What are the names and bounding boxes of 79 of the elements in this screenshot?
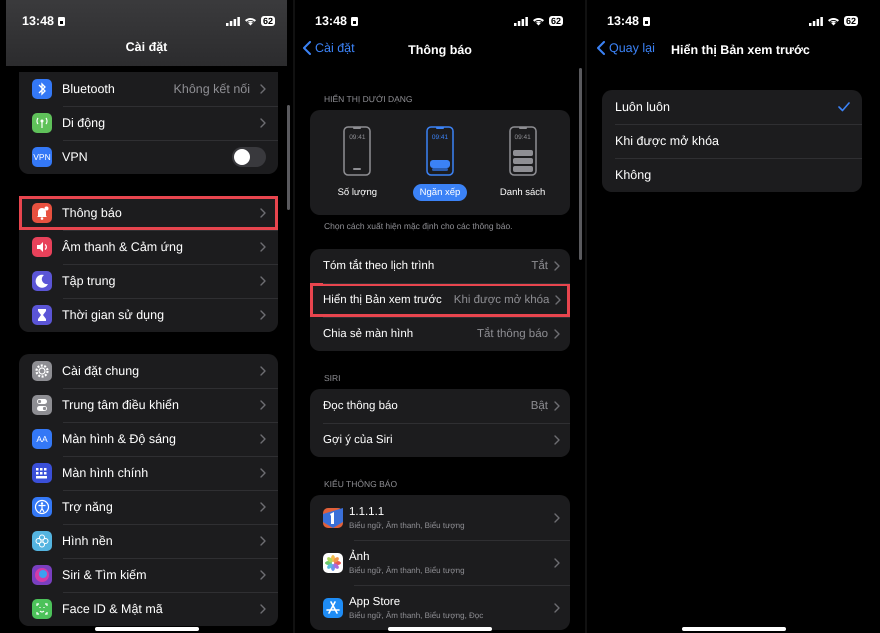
style-option[interactable]: Số lượng — [330, 184, 384, 201]
battery-indicator: 62 — [844, 16, 858, 26]
battery-indicator: 62 — [260, 16, 275, 26]
settings-row[interactable]: Chia sẻ màn hình Tắt thông báo — [310, 317, 570, 351]
option-row[interactable]: Luôn luôn — [602, 90, 862, 124]
row-label: VPN — [62, 150, 88, 164]
section-header: KIỂU THÔNG BÁO — [323, 479, 398, 491]
row-label: Ảnh — [349, 550, 370, 562]
app-icon: VPN — [32, 147, 52, 167]
settings-row[interactable]: Hình nền — [19, 524, 278, 558]
back-button[interactable]: Cài đặt — [303, 41, 355, 55]
row-label: Tập trung — [62, 274, 116, 288]
row-label: App Store — [349, 596, 402, 608]
row-label: Hiển thị Bản xem trước — [323, 294, 442, 306]
row-label: Trung tâm điều khiển — [62, 398, 179, 412]
row-value: Bật — [530, 400, 548, 412]
row-value: Tắt thông báo — [477, 328, 548, 340]
status-time: 13:48 — [607, 14, 639, 28]
settings-row[interactable]: Bluetooth Không kết nối — [19, 72, 278, 106]
settings-row[interactable]: Siri & Tìm kiếm — [19, 558, 278, 592]
row-label: Màn hình chính — [62, 466, 148, 480]
settings-row[interactable]: Thông báo — [19, 196, 278, 230]
settings-row[interactable]: Di động — [19, 106, 278, 140]
settings-row[interactable]: AA Màn hình & Độ sáng — [19, 422, 278, 456]
row-label: Trợ năng — [62, 500, 113, 514]
row-label: Luôn luôn — [615, 100, 670, 114]
screen-title: Thông báo — [408, 43, 472, 57]
row-label: Khi được mở khóa — [615, 134, 719, 148]
settings-row[interactable]: 1.1.1.1 Biểu ngữ, Âm thanh, Biểu tượng — [310, 495, 570, 540]
row-label: Thời gian sử dụng — [62, 308, 164, 322]
row-subtitle: Biểu ngữ, Âm thanh, Biểu tượng — [349, 520, 465, 530]
row-value: Khi được mở khóa — [454, 294, 550, 306]
battery-indicator: 62 — [548, 16, 563, 26]
row-label: Face ID & Mật mã — [62, 602, 163, 616]
status-time: 13:48 — [22, 14, 54, 28]
row-value: Tắt — [531, 260, 548, 272]
settings-row[interactable]: Trợ năng — [19, 490, 278, 524]
option-row[interactable]: Khi được mở khóa — [602, 124, 862, 158]
row-label: Tóm tắt theo lịch trình — [323, 260, 434, 272]
style-option[interactable]: Danh sách — [492, 184, 552, 201]
row-value: Không kết nối — [174, 82, 250, 96]
section-header: SIRI — [323, 373, 342, 385]
row-label: Di động — [62, 116, 106, 130]
section-header: HIỂN THỊ DƯỚI DẠNG — [323, 94, 414, 106]
settings-row[interactable]: Đọc thông báo Bật — [310, 389, 570, 423]
row-label: Gợi ý của Siri — [323, 434, 393, 446]
settings-row[interactable]: Hiển thị Bản xem trước Khi được mở khóa — [310, 283, 570, 317]
row-subtitle: Biểu ngữ, Âm thanh, Biểu tượng — [349, 566, 465, 574]
status-time: 13:48 — [315, 14, 347, 28]
settings-row[interactable]: Âm thanh & Cảm ứng — [19, 230, 278, 264]
row-label: Màn hình & Độ sáng — [62, 432, 176, 446]
settings-row[interactable]: Trung tâm điều khiển — [19, 388, 278, 422]
row-label: Cài đặt chung — [62, 364, 140, 378]
settings-row[interactable]: Ảnh Biểu ngữ, Âm thanh, Biểu tượng — [310, 540, 570, 585]
back-button[interactable]: Quay lại — [597, 41, 655, 55]
style-option[interactable]: Ngăn xếp — [412, 184, 468, 201]
row-label: Thông báo — [62, 206, 122, 220]
settings-row[interactable]: Màn hình chính — [19, 456, 278, 490]
screen-title: Hiển thị Bản xem trước — [671, 43, 810, 57]
settings-row[interactable]: Thời gian sử dụng — [19, 298, 278, 332]
settings-row[interactable]: Cài đặt chung — [19, 354, 278, 388]
settings-row[interactable]: Gợi ý của Siri — [310, 423, 570, 457]
row-label: Hình nền — [62, 534, 113, 548]
row-label: 1.1.1.1 — [349, 506, 386, 518]
option-row[interactable]: Không — [602, 158, 862, 192]
settings-row[interactable]: Tập trung — [19, 264, 278, 298]
app-icon: AA — [32, 429, 52, 449]
settings-row[interactable]: Tóm tắt theo lịch trình Tắt — [310, 249, 570, 283]
row-subtitle: Biểu ngữ, Âm thanh, Biểu tượng, Đọc — [349, 610, 484, 620]
settings-row[interactable]: App Store Biểu ngữ, Âm thanh, Biểu tượng, Đọc — [310, 585, 570, 630]
section-footer: Chọn cách xuất hiện mặc định cho các thông báo. — [310, 215, 570, 249]
settings-row[interactable]: Face ID & Mật mã — [19, 592, 278, 626]
row-label: Chia sẻ màn hình — [323, 328, 414, 340]
row-label: Âm thanh & Cảm ứng — [62, 240, 183, 254]
row-label: Không — [615, 168, 652, 182]
screen-title: Cài đặt — [126, 40, 168, 54]
row-label: Siri & Tìm kiếm — [62, 568, 146, 582]
row-label: Bluetooth — [62, 82, 115, 96]
row-label: Đọc thông báo — [323, 400, 398, 412]
